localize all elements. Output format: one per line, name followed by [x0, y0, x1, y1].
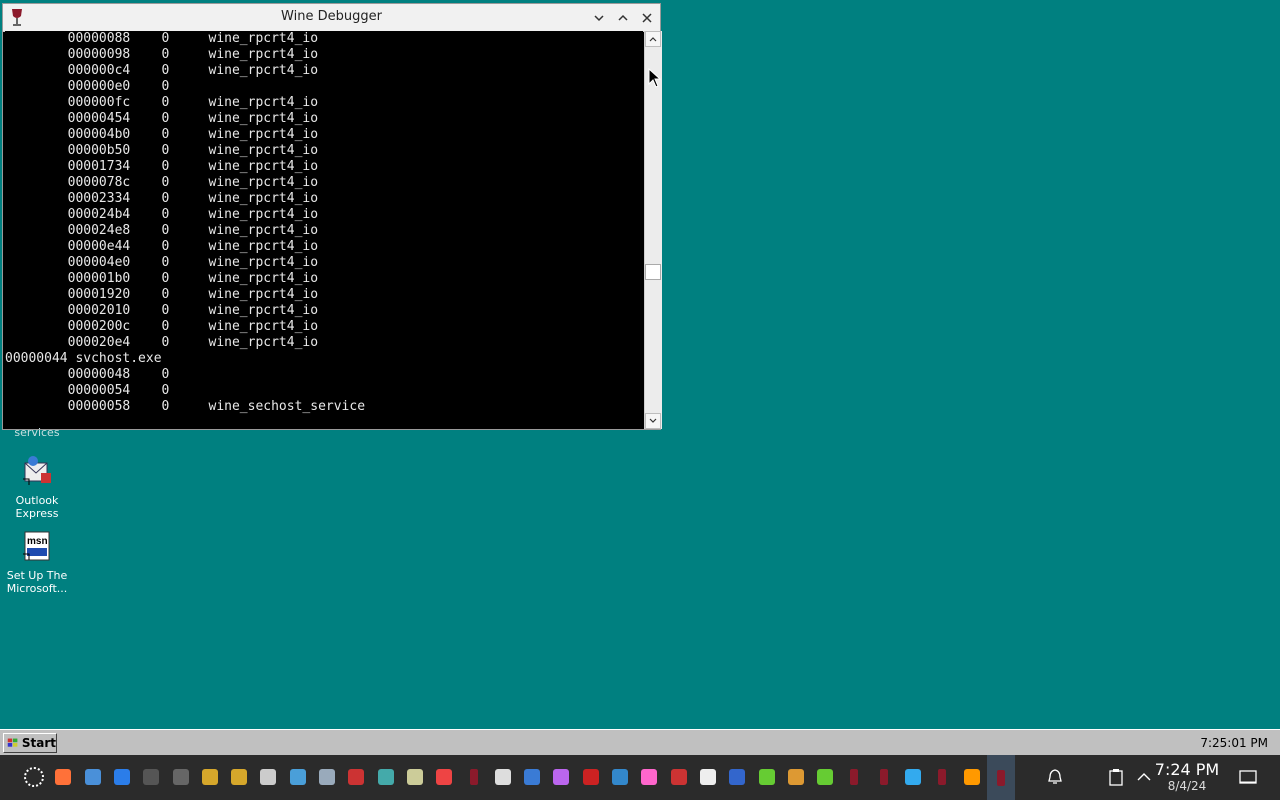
mail-icon[interactable]	[108, 763, 136, 791]
app-icon[interactable]	[694, 763, 722, 791]
app-icon[interactable]	[518, 763, 546, 791]
notification-bell-icon[interactable]	[1045, 767, 1065, 787]
console-line: 00000054 0	[5, 383, 170, 398]
app-icon[interactable]	[342, 763, 370, 791]
chevron-down-icon	[594, 15, 604, 22]
app-icon[interactable]	[635, 763, 663, 791]
app-icon[interactable]	[401, 763, 429, 791]
launcher-icon[interactable]	[20, 763, 48, 791]
app-icon[interactable]	[196, 763, 224, 791]
mouse-cursor-icon	[648, 68, 662, 88]
wine-icon[interactable]	[928, 763, 956, 791]
app-icon[interactable]	[606, 763, 634, 791]
console-line: 00002334 0 wine_rpcrt4_io	[5, 191, 319, 206]
console-output[interactable]: 00000088 0 wine_rpcrt4_io 00000098 0 win…	[5, 31, 643, 428]
outlook-express-icon	[23, 456, 51, 485]
console-line: 000020e4 0 wine_rpcrt4_io	[5, 335, 319, 350]
desktop-icon-label: Outlook Express	[15, 494, 59, 520]
scroll-down-button[interactable]	[645, 413, 661, 429]
firefox-icon[interactable]	[49, 763, 77, 791]
desktop-label-services: services	[14, 426, 60, 439]
wine-icon[interactable]	[840, 763, 868, 791]
console-line: 0000078c 0 wine_rpcrt4_io	[5, 175, 319, 190]
app-icon[interactable]	[665, 763, 693, 791]
console-line: 0000200c 0 wine_rpcrt4_io	[5, 319, 319, 334]
console-line: 00000058 0 wine_sechost_service	[5, 399, 366, 414]
console-line: 000000e0 0	[5, 79, 170, 94]
console-line: 000024e8 0 wine_rpcrt4_io	[5, 223, 319, 238]
chevron-down-icon	[649, 418, 657, 423]
app-icon[interactable]	[577, 763, 605, 791]
title-bar[interactable]: Wine Debugger	[3, 4, 660, 32]
app-icon[interactable]	[284, 763, 312, 791]
desktop-icon-msn-setup[interactable]: msn Set Up The Microsoft...	[0, 530, 74, 595]
app-icon[interactable]	[899, 763, 927, 791]
desktop-icon-label: Set Up The Microsoft...	[6, 569, 68, 595]
console-line: 00000098 0 wine_rpcrt4_io	[5, 47, 319, 62]
vertical-scrollbar[interactable]	[644, 31, 662, 429]
desktop-icon-outlook-express[interactable]: Outlook Express	[0, 455, 74, 520]
close-icon	[642, 13, 652, 23]
wine-clock: 7:25:01 PM	[1200, 736, 1268, 750]
archive-icon[interactable]	[254, 763, 282, 791]
maximize-button[interactable]	[613, 8, 633, 28]
console-line: 000001b0 0 wine_rpcrt4_io	[5, 271, 319, 286]
clipboard-icon[interactable]	[1106, 767, 1126, 787]
svg-text:msn: msn	[27, 536, 48, 547]
console-icon[interactable]	[167, 763, 195, 791]
console-line: 00000454 0 wine_rpcrt4_io	[5, 111, 319, 126]
console-line: 000024b4 0 wine_rpcrt4_io	[5, 207, 319, 222]
app-icon[interactable]	[723, 763, 751, 791]
console-line: 00001734 0 wine_rpcrt4_io	[5, 159, 319, 174]
msn-setup-icon: msn	[23, 531, 50, 561]
chevron-up-icon	[649, 37, 657, 42]
cloud-icon[interactable]	[489, 763, 517, 791]
wine-icon[interactable]	[460, 763, 488, 791]
console-line: 000004b0 0 wine_rpcrt4_io	[5, 127, 319, 142]
host-taskbar: 7:24 PM 8/4/24	[0, 755, 1280, 800]
host-time: 7:24 PM	[1154, 760, 1220, 779]
scroll-thumb[interactable]	[645, 264, 661, 280]
app-icon[interactable]	[313, 763, 341, 791]
windows-logo-icon	[7, 738, 18, 747]
terminal-icon[interactable]	[137, 763, 165, 791]
tray-expand-icon[interactable]	[1134, 767, 1154, 787]
console-line: 000004e0 0 wine_rpcrt4_io	[5, 255, 319, 270]
console-line: 000000fc 0 wine_rpcrt4_io	[5, 95, 319, 110]
console-line: 00000e44 0 wine_rpcrt4_io	[5, 239, 319, 254]
app-icon[interactable]	[958, 763, 986, 791]
chevron-up-icon	[618, 14, 628, 21]
wine-debugger-icon[interactable]	[986, 755, 1015, 800]
app-icon[interactable]	[811, 763, 839, 791]
console-line: 00000b50 0 wine_rpcrt4_io	[5, 143, 319, 158]
console-line: 00000048 0	[5, 367, 170, 382]
host-clock[interactable]: 7:24 PM 8/4/24	[1152, 760, 1222, 794]
console-line: 00000044 svchost.exe	[5, 351, 162, 366]
start-button[interactable]: Start	[3, 733, 57, 753]
app-icon[interactable]	[372, 763, 400, 791]
close-button[interactable]	[637, 8, 657, 28]
console-line: 000000c4 0 wine_rpcrt4_io	[5, 63, 319, 78]
host-date: 8/4/24	[1167, 779, 1207, 793]
minimize-button[interactable]	[589, 8, 609, 28]
console-line: 00000088 0 wine_rpcrt4_io	[5, 31, 319, 46]
start-label: Start	[21, 736, 56, 750]
chrome-icon[interactable]	[430, 763, 458, 791]
show-desktop-icon[interactable]	[1238, 767, 1258, 787]
wine-icon[interactable]	[870, 763, 898, 791]
window-title: Wine Debugger	[281, 9, 382, 24]
file-manager-icon[interactable]	[79, 763, 107, 791]
wine-debugger-window[interactable]: Wine Debugger 00000088 0 wine_rpcrt4_io …	[2, 3, 662, 430]
app-icon[interactable]	[782, 763, 810, 791]
app-icon[interactable]	[225, 763, 253, 791]
console-text: 00000088 0 wine_rpcrt4_io 00000098 0 win…	[5, 31, 643, 415]
console-line: 00001920 0 wine_rpcrt4_io	[5, 287, 319, 302]
console-line: 00002010 0 wine_rpcrt4_io	[5, 303, 319, 318]
wine-taskbar: Start 7:25:01 PM	[0, 729, 1280, 755]
app-icon[interactable]	[753, 763, 781, 791]
scroll-up-button[interactable]	[645, 31, 661, 47]
app-icon[interactable]	[547, 763, 575, 791]
